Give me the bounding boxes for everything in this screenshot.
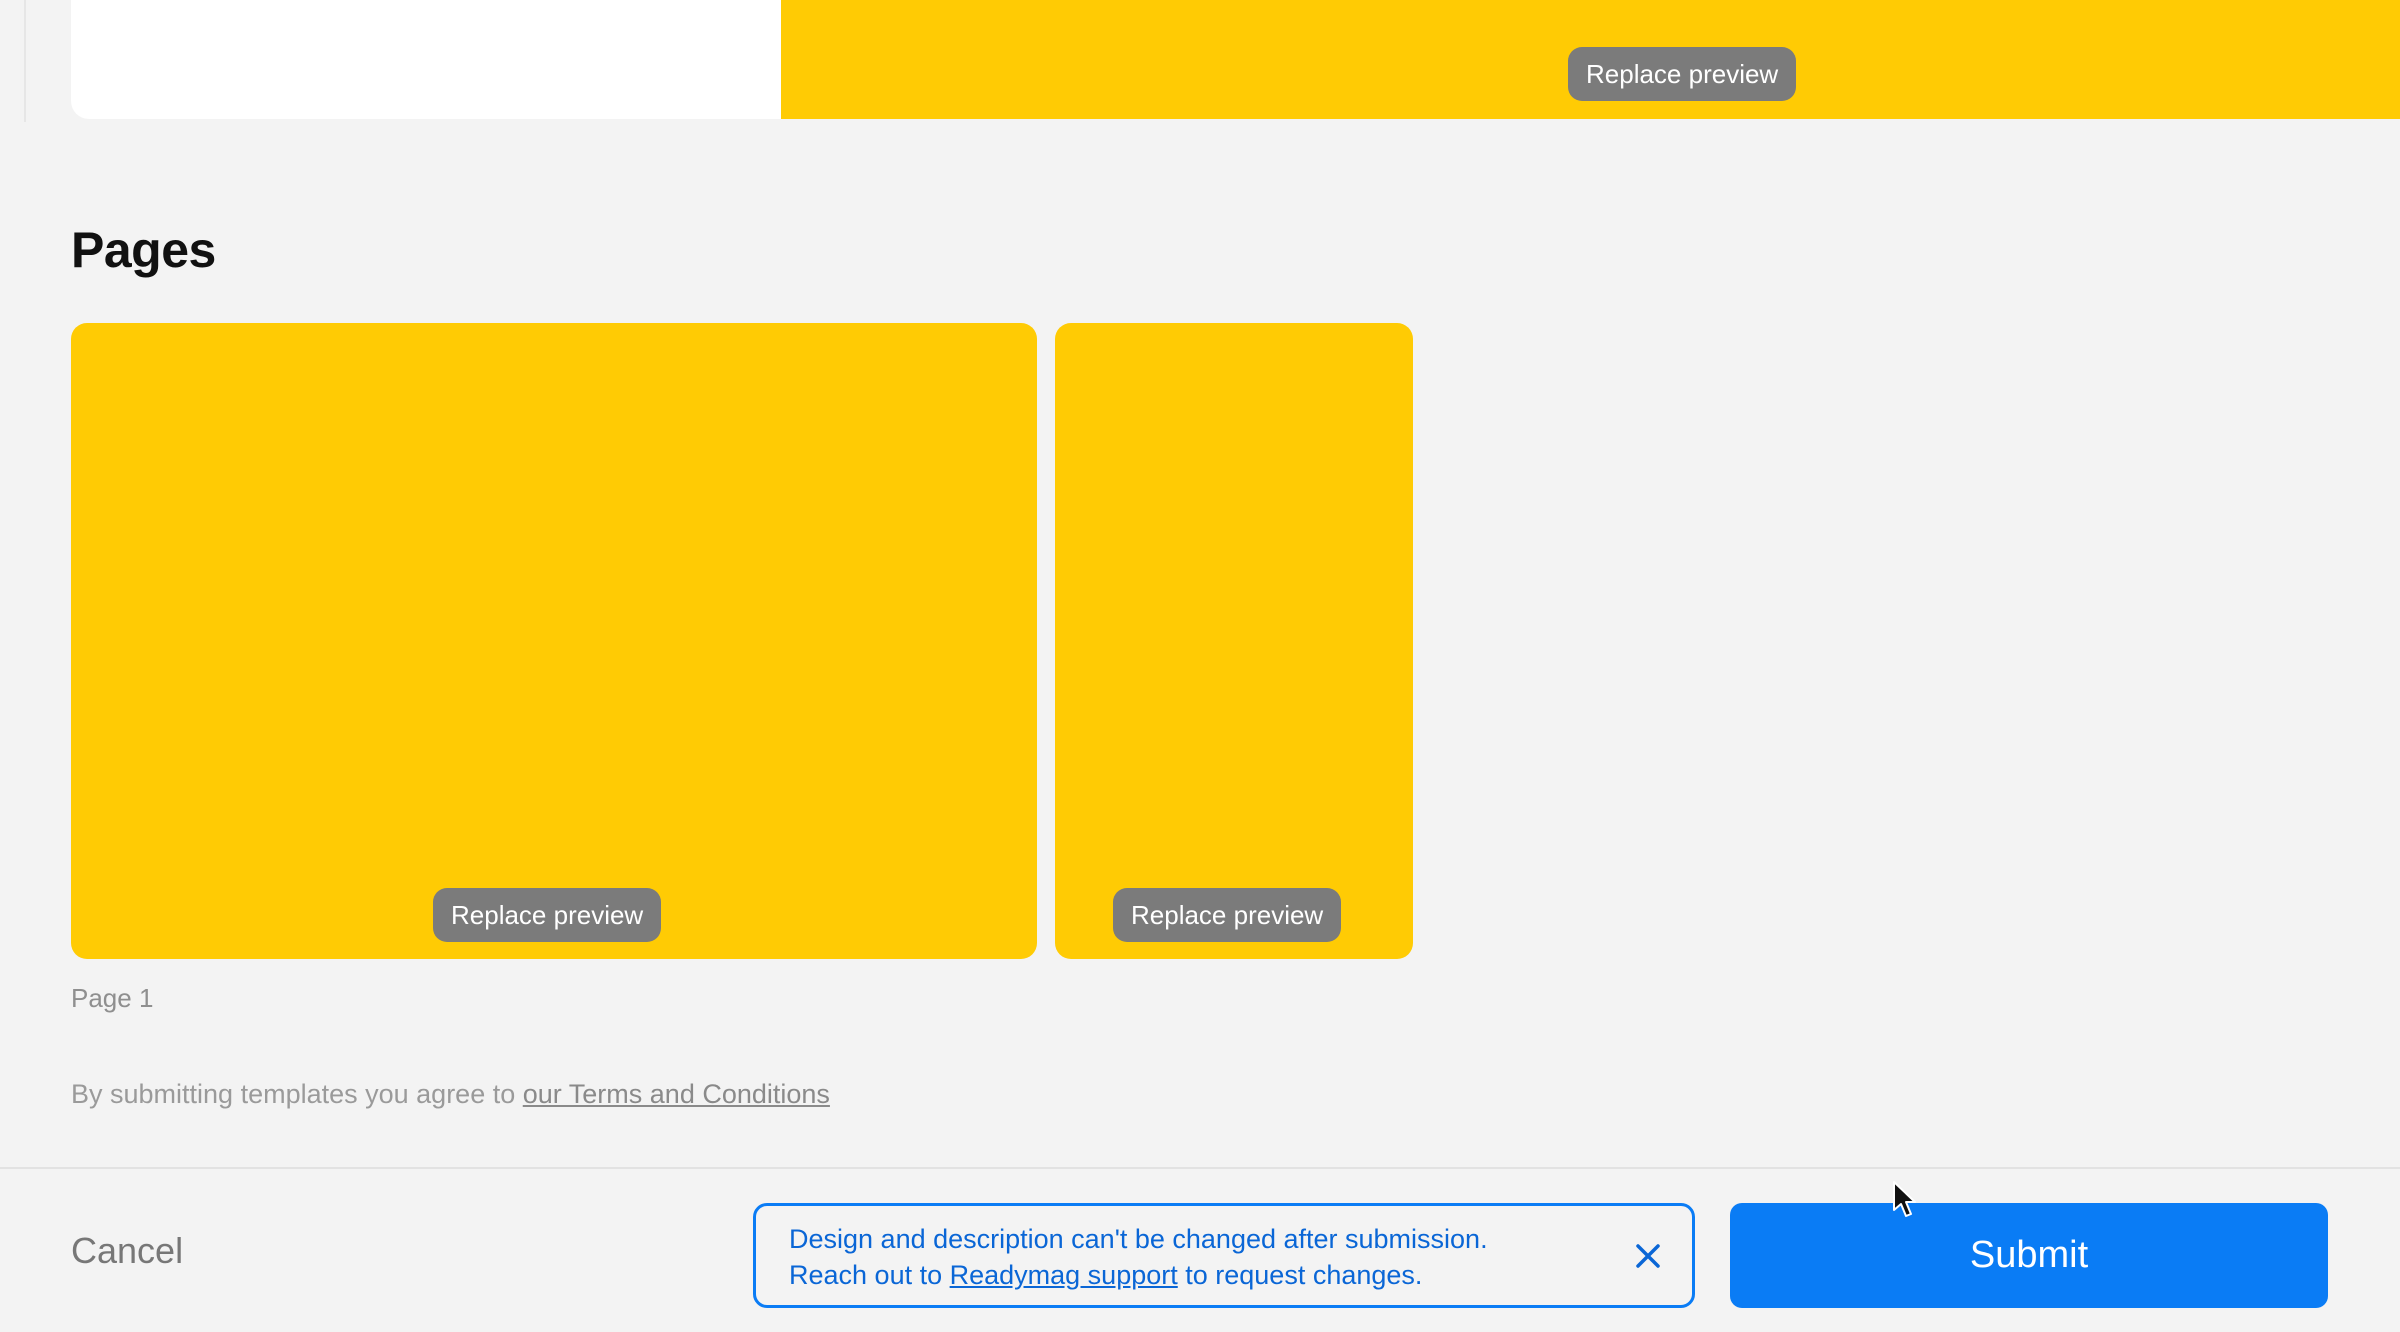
- submit-template-page: Replace preview Pages Replace preview Re…: [0, 0, 2400, 1332]
- replace-page-1-preview-button[interactable]: Replace preview: [433, 888, 662, 942]
- replace-cover-preview-button[interactable]: Replace preview: [1568, 47, 1797, 101]
- terms-prefix: By submitting templates you agree to: [71, 1079, 523, 1109]
- replace-page-2-preview-button[interactable]: Replace preview: [1113, 888, 1342, 942]
- mouse-cursor-icon: [1893, 1181, 1916, 1217]
- page-preview-1: Replace preview: [71, 323, 1037, 959]
- page-1-label: Page 1: [71, 983, 154, 1013]
- terms-link[interactable]: our Terms and Conditions: [523, 1079, 830, 1109]
- warning-line-2: Reach out to Readymag support to request…: [789, 1257, 1692, 1293]
- left-divider: [24, 0, 26, 122]
- terms-notice: By submitting templates you agree to our…: [71, 1079, 830, 1110]
- pages-section-title: Pages: [71, 222, 216, 278]
- warning-suffix: to request changes.: [1177, 1260, 1423, 1290]
- readymag-support-link[interactable]: Readymag support: [950, 1260, 1178, 1290]
- submit-button[interactable]: Submit: [1730, 1203, 2328, 1308]
- warning-line-1: Design and description can't be changed …: [789, 1224, 1488, 1254]
- cover-preview-card: Replace preview: [71, 0, 2400, 119]
- page-preview-2: Replace preview: [1055, 323, 1413, 959]
- close-icon[interactable]: [1634, 1242, 1662, 1270]
- submission-warning: Design and description can't be changed …: [753, 1203, 1695, 1308]
- cancel-button[interactable]: Cancel: [71, 1230, 183, 1272]
- warning-prefix: Reach out to: [789, 1260, 950, 1290]
- footer-divider: [0, 1167, 2400, 1169]
